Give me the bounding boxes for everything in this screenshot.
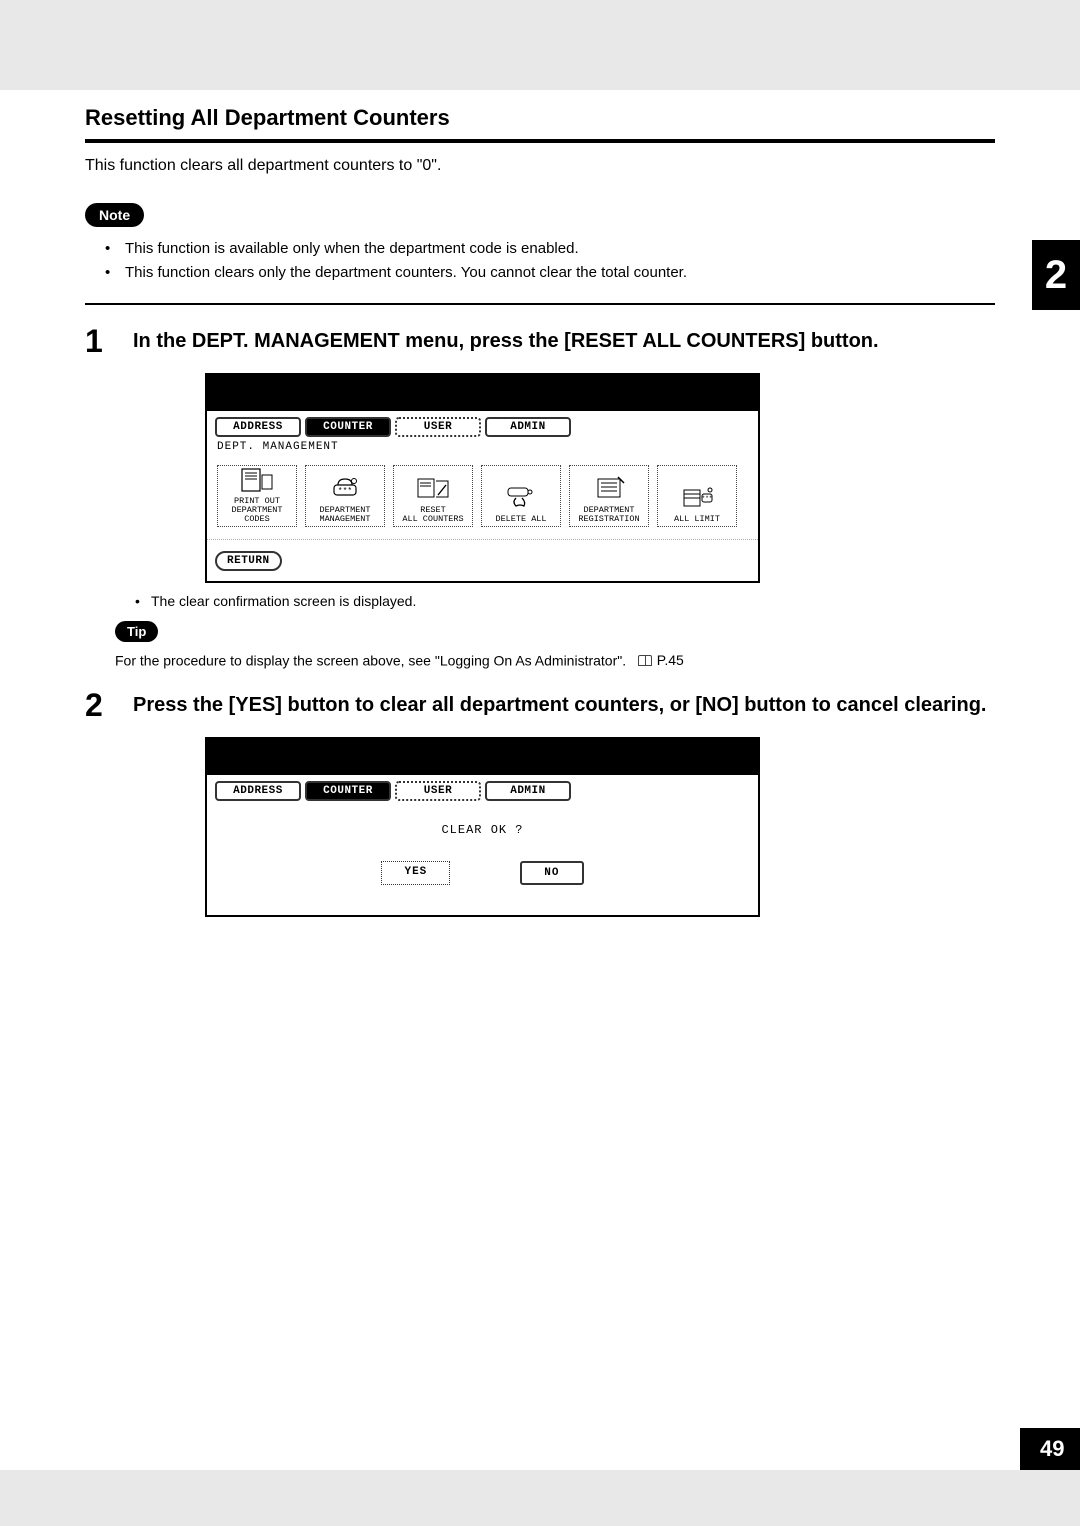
book-icon bbox=[638, 655, 652, 666]
delete-all-button[interactable]: DELETE ALL bbox=[481, 465, 561, 527]
limit-icon: *** bbox=[677, 482, 717, 512]
chapter-tab: 2 bbox=[1032, 240, 1080, 310]
department-registration-button[interactable]: DEPARTMENT REGISTRATION bbox=[569, 465, 649, 527]
confirm-prompt: CLEAR OK ? bbox=[207, 823, 758, 837]
register-icon bbox=[589, 473, 629, 503]
note-item: This function clears only the department… bbox=[105, 261, 995, 285]
tab-user[interactable]: USER bbox=[395, 417, 481, 437]
tab-counter[interactable]: COUNTER bbox=[305, 417, 391, 437]
tip-text: For the procedure to display the screen … bbox=[115, 652, 995, 669]
tab-admin[interactable]: ADMIN bbox=[485, 781, 571, 801]
return-button[interactable]: RETURN bbox=[215, 551, 282, 571]
tab-address[interactable]: ADDRESS bbox=[215, 781, 301, 801]
breadcrumb: DEPT. MANAGEMENT bbox=[207, 439, 758, 459]
step-instruction: In the DEPT. MANAGEMENT menu, press the … bbox=[133, 325, 879, 357]
department-management-button[interactable]: *** DEPARTMENT MANAGEMENT bbox=[305, 465, 385, 527]
button-label: DEPARTMENT MANAGEMENT bbox=[319, 506, 370, 524]
section-heading: Resetting All Department Counters bbox=[85, 90, 995, 139]
button-label: DEPARTMENT REGISTRATION bbox=[578, 506, 639, 524]
page-reference: P.45 bbox=[638, 652, 684, 668]
step-2: 2 Press the [YES] button to clear all de… bbox=[85, 689, 995, 721]
button-label: ALL LIMIT bbox=[674, 515, 720, 524]
tab-admin[interactable]: ADMIN bbox=[485, 417, 571, 437]
yes-button[interactable]: YES bbox=[381, 861, 450, 885]
tab-user[interactable]: USER bbox=[395, 781, 481, 801]
step-instruction: Press the [YES] button to clear all depa… bbox=[133, 689, 986, 721]
result-item: The clear confirmation screen is display… bbox=[135, 593, 995, 609]
svg-text:***: *** bbox=[702, 495, 713, 502]
button-label: DELETE ALL bbox=[495, 515, 546, 524]
tip-badge: Tip bbox=[115, 621, 158, 642]
badge-icon: *** bbox=[325, 473, 365, 503]
all-limit-button[interactable]: *** ALL LIMIT bbox=[657, 465, 737, 527]
page-content: 2 Resetting All Department Counters This… bbox=[0, 90, 1080, 1470]
reset-icon bbox=[413, 473, 453, 503]
tab-counter[interactable]: COUNTER bbox=[305, 781, 391, 801]
no-button[interactable]: NO bbox=[520, 861, 583, 885]
button-label: RESET ALL COUNTERS bbox=[402, 506, 463, 524]
step-number: 2 bbox=[85, 689, 133, 721]
reset-all-counters-button[interactable]: RESET ALL COUNTERS bbox=[393, 465, 473, 527]
device-screen-dept-management: ADDRESS COUNTER USER ADMIN DEPT. MANAGEM… bbox=[205, 373, 760, 583]
note-list: This function is available only when the… bbox=[85, 237, 995, 285]
button-label: PRINT OUT DEPARTMENT CODES bbox=[218, 497, 296, 524]
note-item: This function is available only when the… bbox=[105, 237, 995, 261]
step-1: 1 In the DEPT. MANAGEMENT menu, press th… bbox=[85, 325, 995, 357]
intro-paragraph: This function clears all department coun… bbox=[85, 157, 995, 175]
svg-text:***: *** bbox=[338, 487, 352, 496]
tab-address[interactable]: ADDRESS bbox=[215, 417, 301, 437]
divider bbox=[85, 139, 995, 143]
delete-icon bbox=[501, 482, 541, 512]
step-number: 1 bbox=[85, 325, 133, 357]
divider bbox=[85, 303, 995, 305]
print-out-dept-codes-button[interactable]: PRINT OUT DEPARTMENT CODES bbox=[217, 465, 297, 527]
page-number: 49 bbox=[1020, 1428, 1080, 1470]
result-list: The clear confirmation screen is display… bbox=[85, 593, 995, 609]
note-badge: Note bbox=[85, 203, 144, 227]
device-screen-confirm: ADDRESS COUNTER USER ADMIN CLEAR OK ? YE… bbox=[205, 737, 760, 917]
document-icon bbox=[237, 466, 277, 494]
